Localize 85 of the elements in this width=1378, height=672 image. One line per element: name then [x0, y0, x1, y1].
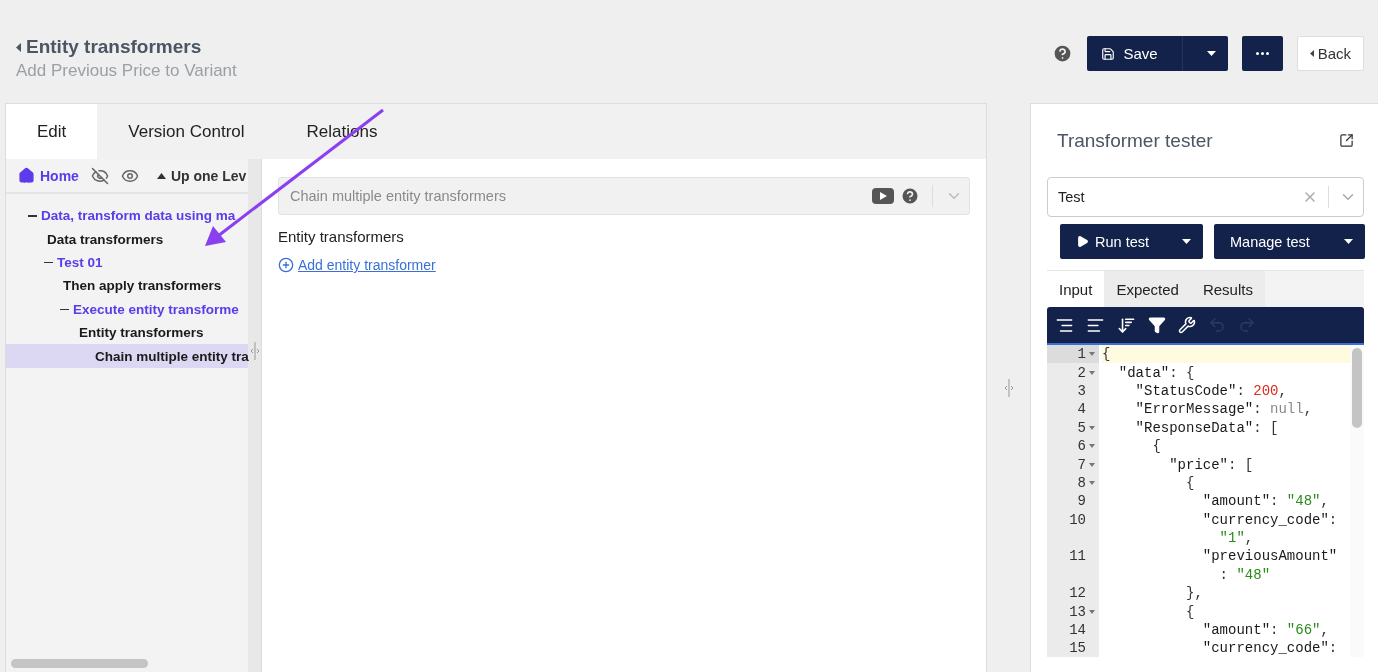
caret-up-icon: [156, 172, 166, 179]
code-line: : "48": [1218, 565, 1272, 585]
code-line: "price": [: [1168, 455, 1255, 474]
tree-item[interactable]: Data transformers: [6, 227, 248, 251]
code-line: "ErrorMessage": null,: [1134, 400, 1314, 419]
resize-handle[interactable]: [1004, 378, 1013, 397]
tab[interactable]: Input: [1047, 271, 1105, 307]
tree-item[interactable]: Test 01: [6, 250, 248, 275]
code-line: {: [1151, 437, 1162, 456]
code-line: {: [1185, 473, 1196, 493]
tree-item[interactable]: Entity transformers: [6, 320, 248, 345]
line-number: 1: [1077, 346, 1086, 363]
filter-icon[interactable]: [1148, 316, 1166, 334]
scrollbar-thumb[interactable]: [1352, 348, 1362, 428]
code-editor[interactable]: [1047, 343, 1364, 657]
caret-icon: [1182, 239, 1191, 244]
sort-icon[interactable]: [1117, 315, 1136, 335]
home-link[interactable]: Home: [18, 167, 79, 184]
line-number: 10: [1069, 511, 1086, 528]
code-line: "previousAmount": [1201, 547, 1339, 566]
caret-icon: [1344, 239, 1353, 244]
tab[interactable]: Version Control: [97, 104, 276, 159]
line-number: 13: [1069, 603, 1086, 620]
line-number: 3: [1077, 382, 1086, 399]
add-entity-transformer-link[interactable]: Add entity transformer: [278, 257, 436, 273]
wrench-icon[interactable]: [1178, 316, 1196, 334]
code-line: "amount": "48",: [1201, 492, 1330, 511]
line-number: 7: [1077, 456, 1086, 473]
back-caret-icon[interactable]: [16, 42, 22, 52]
code-line: },: [1185, 584, 1204, 603]
line-number: 12: [1069, 585, 1086, 602]
fold-caret-icon[interactable]: [1089, 480, 1095, 485]
resize-handle[interactable]: [250, 341, 259, 360]
line-number: 6: [1077, 438, 1086, 455]
up-one-level-link[interactable]: Up one Lev: [156, 167, 247, 184]
code-line: "StatusCode": 200,: [1134, 381, 1288, 401]
scrollbar-thumb[interactable]: [11, 659, 148, 668]
more-button[interactable]: [1241, 36, 1283, 71]
fold-caret-icon[interactable]: [1089, 444, 1095, 449]
plus-circle-icon: [278, 257, 294, 273]
eye-off-icon[interactable]: [90, 166, 109, 185]
page-title: Entity transformers: [26, 36, 202, 58]
fold-caret-icon[interactable]: [1089, 462, 1095, 467]
save-button[interactable]: Save: [1087, 36, 1228, 71]
tree-item[interactable]: Then apply transformers: [6, 274, 248, 298]
tree-item[interactable]: Execute entity transforme: [6, 297, 248, 321]
code-line: "currency_code":: [1201, 510, 1339, 529]
tree-item[interactable]: Data, transform data using ma: [6, 204, 248, 228]
page-subtitle: Add Previous Price to Variant: [16, 61, 237, 81]
section-title: Entity transformers: [278, 228, 405, 245]
manage-test-button[interactable]: Manage test: [1214, 224, 1365, 259]
code-line: "data": {: [1117, 363, 1196, 382]
pop-out-icon[interactable]: [1339, 133, 1354, 148]
fold-caret-icon[interactable]: [1089, 425, 1095, 430]
code-line: "ResponseData": [: [1134, 418, 1280, 437]
line-number: 8: [1077, 474, 1086, 491]
play-icon: [1076, 235, 1089, 248]
line-number: 14: [1069, 622, 1086, 639]
code-line: "1",: [1218, 529, 1255, 548]
fold-caret-icon[interactable]: [1089, 370, 1095, 375]
tab[interactable]: Expected: [1104, 271, 1191, 307]
line-number: 11: [1069, 548, 1086, 565]
tree-item[interactable]: Chain multiple entity tra: [6, 344, 248, 368]
fold-caret-icon[interactable]: [1089, 352, 1095, 357]
fold-caret-icon[interactable]: [1089, 609, 1095, 614]
run-test-button[interactable]: Run test: [1060, 224, 1203, 259]
line-number: 15: [1069, 640, 1086, 657]
help-icon[interactable]: [1052, 43, 1074, 64]
code-line: {: [1185, 602, 1196, 621]
help-icon[interactable]: [900, 186, 921, 206]
line-number: 4: [1077, 401, 1086, 418]
video-icon[interactable]: [872, 188, 895, 204]
tab[interactable]: Edit: [6, 104, 98, 159]
caret-icon: [1206, 51, 1216, 56]
caret-left-icon: [1309, 50, 1314, 57]
more-icon: [1255, 52, 1269, 55]
tab[interactable]: Results: [1190, 271, 1265, 307]
line-number: 5: [1077, 419, 1086, 436]
code-line: "currency_code":: [1201, 639, 1339, 657]
code-line: "amount": "66",: [1201, 621, 1330, 640]
panel-title: Transformer tester: [1057, 129, 1213, 152]
back-button[interactable]: Back: [1296, 36, 1364, 71]
home-icon: [18, 167, 35, 184]
line-number: 9: [1077, 493, 1086, 510]
line-number: 2: [1077, 364, 1086, 381]
